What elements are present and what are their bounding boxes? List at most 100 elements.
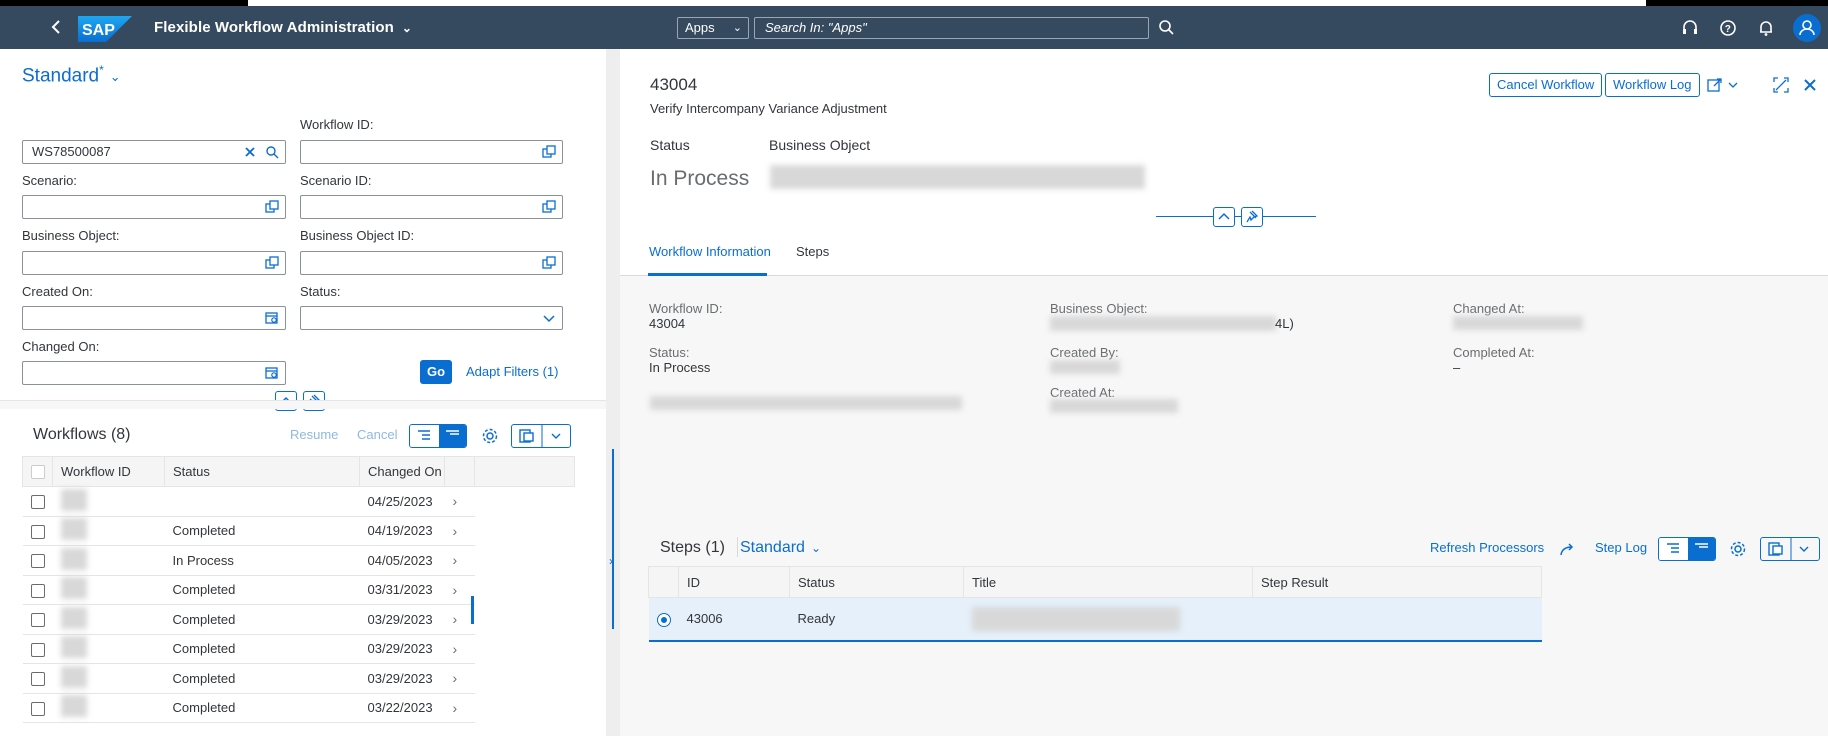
row-checkbox[interactable]: [22, 516, 53, 546]
table-row[interactable]: 43006 Ready: [648, 597, 1827, 642]
row-nav-arrow[interactable]: ›: [444, 486, 475, 517]
select-all-column[interactable]: [22, 456, 53, 487]
steps-row-filler: [1541, 597, 1827, 641]
workflow-id-field[interactable]: [300, 140, 563, 164]
table-row[interactable]: Completed 03/31/2023 ›: [22, 575, 575, 605]
row-nav-arrow[interactable]: ›: [444, 634, 475, 664]
resume-button[interactable]: Resume: [290, 427, 338, 442]
search-icon[interactable]: [1157, 18, 1177, 38]
value-help-icon[interactable]: [265, 200, 279, 214]
collapse-detail-header-button[interactable]: [1213, 207, 1235, 227]
table-row[interactable]: 04/25/2023 ›: [22, 486, 575, 517]
row-nav-arrow[interactable]: ›: [444, 663, 475, 694]
workflows-table: Workflow ID Status Changed On 04/25/2023…: [22, 456, 575, 723]
tab-steps[interactable]: Steps: [796, 244, 829, 259]
workflow-log-button[interactable]: Workflow Log: [1605, 73, 1700, 97]
splitter-grip[interactable]: [612, 449, 614, 629]
table-row[interactable]: Completed 03/22/2023 ›: [22, 693, 575, 723]
row-nav-arrow[interactable]: ›: [444, 545, 475, 576]
column-header-changed-on[interactable]: Changed On: [359, 456, 445, 487]
search-scope-select[interactable]: Apps ⌄: [677, 17, 749, 39]
scenario-id-field[interactable]: [300, 195, 563, 219]
column-header-step-status[interactable]: Status: [789, 566, 964, 598]
expand-arrow-icon[interactable]: ›: [609, 554, 613, 568]
table-row[interactable]: Completed 03/29/2023 ›: [22, 604, 575, 635]
scenario-field[interactable]: [22, 195, 286, 219]
created-on-field[interactable]: [22, 306, 286, 330]
settings-icon[interactable]: [481, 427, 499, 445]
pin-detail-header-button[interactable]: [1241, 207, 1263, 227]
forward-icon[interactable]: [1559, 541, 1575, 557]
cancel-button[interactable]: Cancel: [357, 427, 397, 442]
bell-icon[interactable]: [1756, 18, 1776, 38]
adapt-filters-button[interactable]: Adapt Filters (1): [466, 364, 558, 379]
fullscreen-icon[interactable]: [1772, 76, 1790, 94]
table-row[interactable]: Completed 03/29/2023 ›: [22, 663, 575, 694]
table-row[interactable]: Completed 04/19/2023 ›: [22, 516, 575, 546]
column-header-workflow-id[interactable]: Workflow ID: [52, 456, 165, 487]
business-object-field[interactable]: [22, 251, 286, 275]
cancel-workflow-button[interactable]: Cancel Workflow: [1489, 73, 1603, 97]
user-avatar[interactable]: [1793, 14, 1821, 42]
row-nav-arrow[interactable]: ›: [444, 604, 475, 635]
column-header-status[interactable]: Status: [164, 456, 360, 487]
step-log-button[interactable]: Step Log: [1595, 540, 1647, 555]
row-checkbox[interactable]: [22, 486, 53, 517]
export-menu-button[interactable]: [511, 424, 571, 448]
row-nav-arrow[interactable]: ›: [444, 575, 475, 605]
layout-splitter[interactable]: ›: [606, 49, 620, 736]
shell-search-input[interactable]: Search In: "Apps": [754, 17, 1149, 39]
value-help-icon[interactable]: [265, 256, 279, 270]
variant-modified-marker: *: [99, 63, 104, 77]
value-help-icon[interactable]: [542, 256, 556, 270]
row-checkbox[interactable]: [22, 604, 53, 635]
search-icon[interactable]: [265, 145, 279, 159]
steps-table-title: Steps (1): [660, 539, 725, 556]
row-checkbox[interactable]: [22, 575, 53, 605]
row-nav-arrow[interactable]: ›: [444, 516, 475, 546]
sap-logo[interactable]: SAP: [78, 16, 132, 42]
column-header-step-id[interactable]: ID: [678, 566, 790, 598]
steps-flat-view-button[interactable]: [1688, 538, 1715, 560]
back-button[interactable]: [44, 14, 68, 40]
refresh-processors-button[interactable]: Refresh Processors: [1430, 540, 1544, 555]
steps-view-toggle[interactable]: [1658, 537, 1716, 561]
share-icon[interactable]: [1707, 76, 1743, 94]
basic-search-input[interactable]: WS78500087: [22, 140, 286, 164]
settings-icon[interactable]: [1729, 540, 1747, 558]
business-object-id-field[interactable]: [300, 251, 563, 275]
close-icon[interactable]: [1802, 77, 1818, 93]
status-select[interactable]: [300, 306, 563, 330]
steps-variant-selector[interactable]: Standard ⌄: [740, 539, 821, 557]
tree-view-button[interactable]: [410, 425, 439, 447]
calendar-icon[interactable]: [265, 366, 279, 380]
row-checkbox[interactable]: [22, 545, 53, 576]
value-help-icon[interactable]: [542, 200, 556, 214]
steps-export-menu-button[interactable]: [1760, 537, 1820, 561]
headset-icon[interactable]: [1680, 18, 1700, 38]
table-row[interactable]: In Process 04/05/2023 ›: [22, 545, 575, 576]
column-header-step-title[interactable]: Title: [963, 566, 1253, 598]
tab-workflow-information[interactable]: Workflow Information: [649, 244, 771, 259]
flat-view-button[interactable]: [439, 425, 466, 447]
row-checkbox[interactable]: [22, 693, 53, 723]
step-row-radio[interactable]: [648, 597, 679, 642]
clear-icon[interactable]: [243, 145, 257, 159]
list-flat-icon: [446, 430, 459, 435]
steps-tree-view-button[interactable]: [1659, 538, 1688, 560]
variant-selector[interactable]: Standard* ⌄: [22, 63, 121, 87]
changed-on-field[interactable]: [22, 361, 286, 385]
chevron-down-icon: ⌄: [401, 21, 413, 35]
app-title-menu[interactable]: Flexible Workflow Administration ⌄: [154, 19, 412, 36]
business-object-label: Business Object:: [22, 228, 120, 243]
go-button[interactable]: Go: [420, 360, 452, 384]
value-help-icon[interactable]: [542, 145, 556, 159]
help-icon[interactable]: ?: [1718, 18, 1738, 38]
row-nav-arrow[interactable]: ›: [444, 693, 475, 723]
column-header-step-result[interactable]: Step Result: [1252, 566, 1542, 598]
row-checkbox[interactable]: [22, 634, 53, 664]
row-checkbox[interactable]: [22, 663, 53, 694]
table-view-toggle[interactable]: [409, 424, 467, 448]
table-row[interactable]: Completed 03/29/2023 ›: [22, 634, 575, 664]
calendar-icon[interactable]: [265, 311, 279, 325]
